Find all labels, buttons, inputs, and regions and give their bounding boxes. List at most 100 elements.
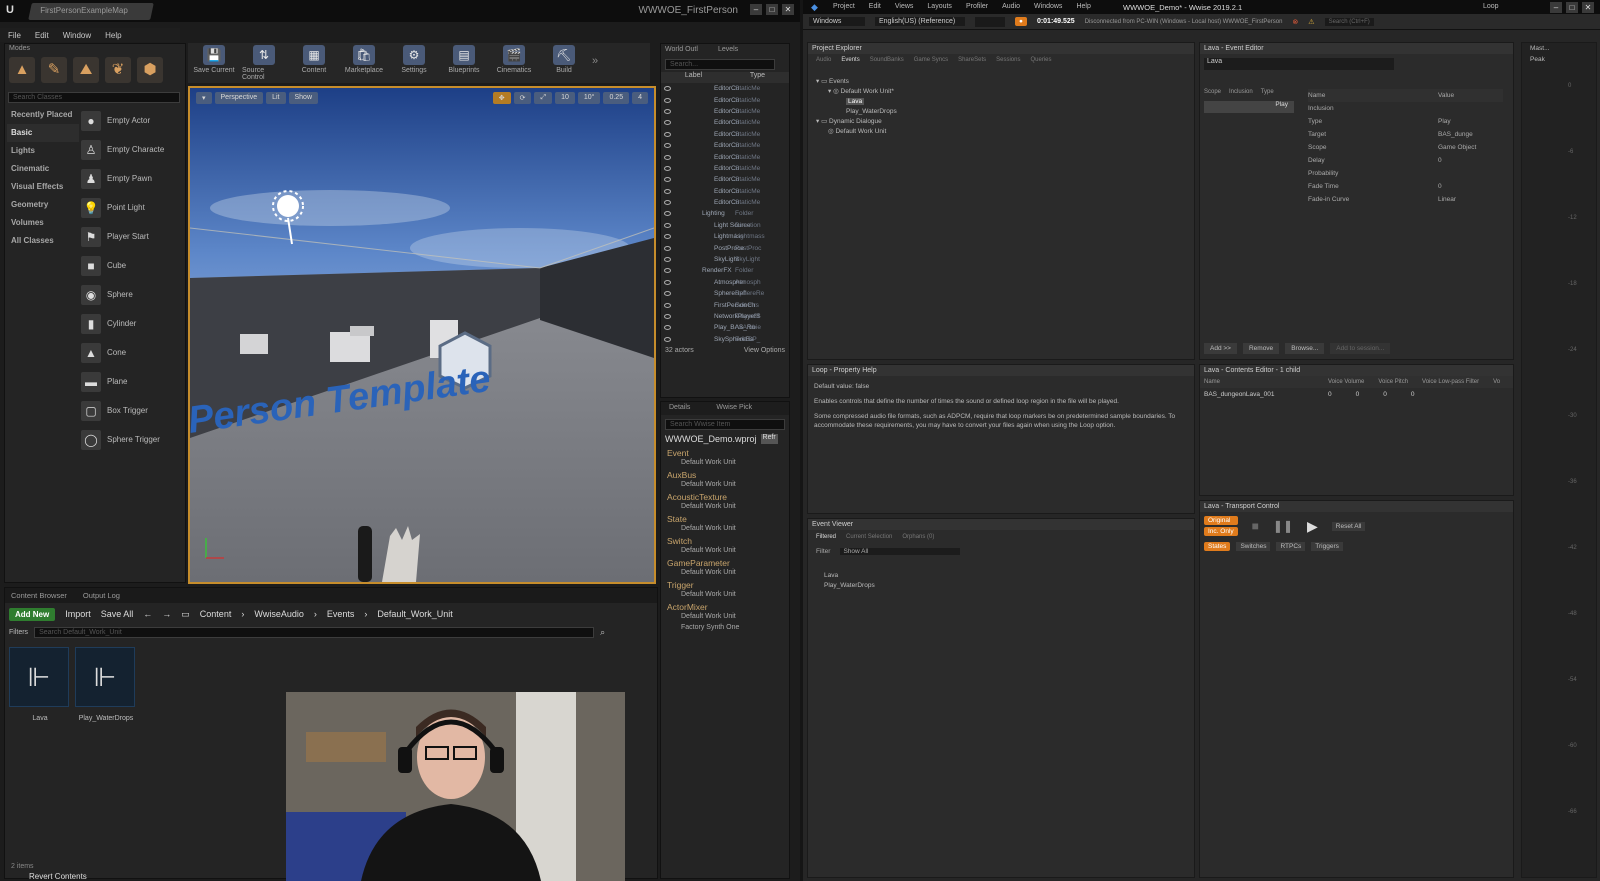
visibility-eye-icon[interactable]	[664, 279, 671, 285]
level-viewport[interactable]: Person Template ▾ Perspective Lit Show ✥…	[188, 86, 656, 584]
minimize-icon[interactable]: –	[1550, 2, 1562, 13]
outliner-row[interactable]: SkyLight SkyLight	[664, 254, 789, 265]
browse-button[interactable]: Browse...	[1285, 343, 1325, 354]
rotate-icon[interactable]: ⟳	[513, 92, 532, 104]
place-item[interactable]: ◉ Sphere	[81, 280, 181, 309]
property-row[interactable]: Inclusion	[1308, 102, 1503, 115]
tab-output-log[interactable]: Output Log	[83, 591, 120, 600]
outliner-row[interactable]: PostProce PostProc	[664, 242, 789, 253]
outliner-row[interactable]: SphereRefl SphereRe	[664, 288, 789, 299]
show-button[interactable]: Show	[288, 92, 319, 104]
place-item[interactable]: ● Empty Actor	[81, 106, 181, 135]
category-lights[interactable]: Lights	[7, 142, 79, 160]
menu-project[interactable]: Project	[833, 3, 855, 10]
menu-edit[interactable]: Edit	[869, 3, 881, 10]
viewport-menu-button[interactable]: ▾	[196, 92, 212, 104]
minimize-icon[interactable]: –	[750, 4, 762, 15]
reset-all-button[interactable]: Reset All	[1331, 521, 1366, 531]
tree-dd-work-unit[interactable]: ◎ Default Work Unit	[816, 127, 1194, 137]
tree-dynamic-dialogue[interactable]: ▾ ▭ Dynamic Dialogue	[816, 117, 1194, 127]
outliner-row[interactable]: Light Source Direction	[664, 220, 789, 231]
maximize-icon[interactable]: □	[766, 4, 778, 15]
visibility-eye-icon[interactable]	[664, 257, 671, 263]
scale-icon[interactable]: ⤢	[534, 92, 553, 104]
close-icon[interactable]: ✕	[782, 4, 794, 15]
menu-edit[interactable]: Edit	[35, 31, 49, 40]
tree-item[interactable]: Default Work Unit	[661, 613, 789, 624]
forward-icon[interactable]: →	[162, 609, 171, 619]
menu-help[interactable]: Help	[1076, 3, 1090, 10]
property-row[interactable]: Scope Game Object	[1308, 141, 1503, 154]
contents-row[interactable]: BAS_dungeonLava_001 0000	[1200, 388, 1513, 401]
landscape-mode-icon[interactable]: ⛰	[73, 57, 99, 83]
visibility-eye-icon[interactable]	[664, 120, 671, 126]
marketplace-button[interactable]: 🛍 Marketplace	[342, 45, 386, 81]
place-item[interactable]: ▲ Cone	[81, 338, 181, 367]
outliner-row[interactable]: EditorCu StaticMe	[664, 151, 789, 162]
visibility-eye-icon[interactable]	[664, 143, 671, 149]
property-row[interactable]: Name Value	[1308, 89, 1503, 102]
property-row[interactable]: Fade-in Curve Linear	[1308, 193, 1503, 206]
property-row[interactable]: Fade Time 0	[1308, 180, 1503, 193]
perspective-button[interactable]: Perspective	[214, 92, 264, 104]
tree-item[interactable]: Default Work Unit	[661, 459, 789, 470]
outliner-row[interactable]: Lighting Folder	[664, 208, 789, 219]
tree-default-work-unit[interactable]: ▾ ◎ Default Work Unit*	[816, 87, 1194, 97]
menu-views[interactable]: Views	[895, 3, 914, 10]
toolbar-overflow-icon[interactable]: »	[592, 55, 598, 81]
visibility-eye-icon[interactable]	[664, 86, 671, 92]
menu-window[interactable]: Window	[63, 31, 91, 40]
wwise-search-input[interactable]: Search (Ctrl+F)	[1324, 17, 1374, 26]
property-row[interactable]: Type Play	[1308, 115, 1503, 128]
category-visual-effects[interactable]: Visual Effects	[7, 178, 79, 196]
ue-level-tab[interactable]: FirstPersonExampleMap	[28, 3, 154, 20]
place-mode-icon[interactable]: ▲	[9, 57, 35, 83]
place-item[interactable]: ▬ Plane	[81, 367, 181, 396]
asset-play-waterdrops[interactable]: ⊩ Play_WaterDrops	[75, 647, 137, 722]
visibility-eye-icon[interactable]	[664, 222, 671, 228]
build-button[interactable]: ⛏ Build	[542, 45, 586, 81]
geometry-mode-icon[interactable]: ⬢	[137, 57, 163, 83]
tree-item[interactable]: Default Work Unit	[661, 481, 789, 492]
stop-icon[interactable]: ■	[1252, 519, 1259, 533]
outliner-row[interactable]: EditorCu StaticMe	[664, 94, 789, 105]
place-item[interactable]: ◯ Sphere Trigger	[81, 425, 181, 454]
maximize-icon[interactable]: □	[1566, 2, 1578, 13]
refresh-button[interactable]: Refr	[760, 434, 778, 444]
tab-filtered[interactable]: Filtered	[816, 534, 836, 540]
content-search-input[interactable]: Search Default_Work_Unit	[34, 626, 595, 638]
tree-item[interactable]: Default Work Unit	[661, 503, 789, 514]
category-basic[interactable]: Basic	[7, 124, 79, 142]
outliner-row[interactable]: RenderFX Folder	[664, 265, 789, 276]
visibility-eye-icon[interactable]	[664, 97, 671, 103]
property-row[interactable]: Target BAS_dunge	[1308, 128, 1503, 141]
outliner-row[interactable]: EditorCu StaticMe	[664, 140, 789, 151]
lit-button[interactable]: Lit	[266, 92, 286, 104]
tree-events[interactable]: ▾ ▭ Events	[816, 77, 1194, 87]
menu-help[interactable]: Help	[105, 31, 121, 40]
tab-world-outliner[interactable]: World Outl	[665, 46, 698, 55]
paint-mode-icon[interactable]: ✎	[41, 57, 67, 83]
search-classes-input[interactable]: Search Classes	[8, 92, 180, 103]
tree-folder[interactable]: GameParameter	[661, 558, 789, 569]
back-icon[interactable]: ←	[143, 609, 152, 619]
place-item[interactable]: 💡 Point Light	[81, 193, 181, 222]
tab-states[interactable]: States	[1204, 542, 1231, 551]
list-item[interactable]: Lava	[824, 571, 1178, 581]
content-button[interactable]: ▦ Content	[292, 45, 336, 81]
place-item[interactable]: ▢ Box Trigger	[81, 396, 181, 425]
category-cinematic[interactable]: Cinematic	[7, 160, 79, 178]
translate-icon[interactable]: ✥	[492, 92, 511, 104]
tab-queries[interactable]: Queries	[1030, 57, 1051, 63]
blueprints-button[interactable]: ▤ Blueprints	[442, 45, 486, 81]
property-row[interactable]: Probability	[1308, 167, 1503, 180]
place-item[interactable]: ♟ Empty Pawn	[81, 164, 181, 193]
list-item[interactable]: Play_WaterDrops	[824, 581, 1178, 591]
add-new-button[interactable]: Add New	[9, 607, 56, 621]
visibility-eye-icon[interactable]	[664, 154, 671, 160]
close-icon[interactable]: ✕	[1582, 2, 1594, 13]
visibility-eye-icon[interactable]	[664, 302, 671, 308]
place-item[interactable]: ⚑ Player Start	[81, 222, 181, 251]
camera-speed-value[interactable]: 4	[632, 92, 648, 104]
outliner-row[interactable]: EditorCu StaticMe	[664, 174, 789, 185]
